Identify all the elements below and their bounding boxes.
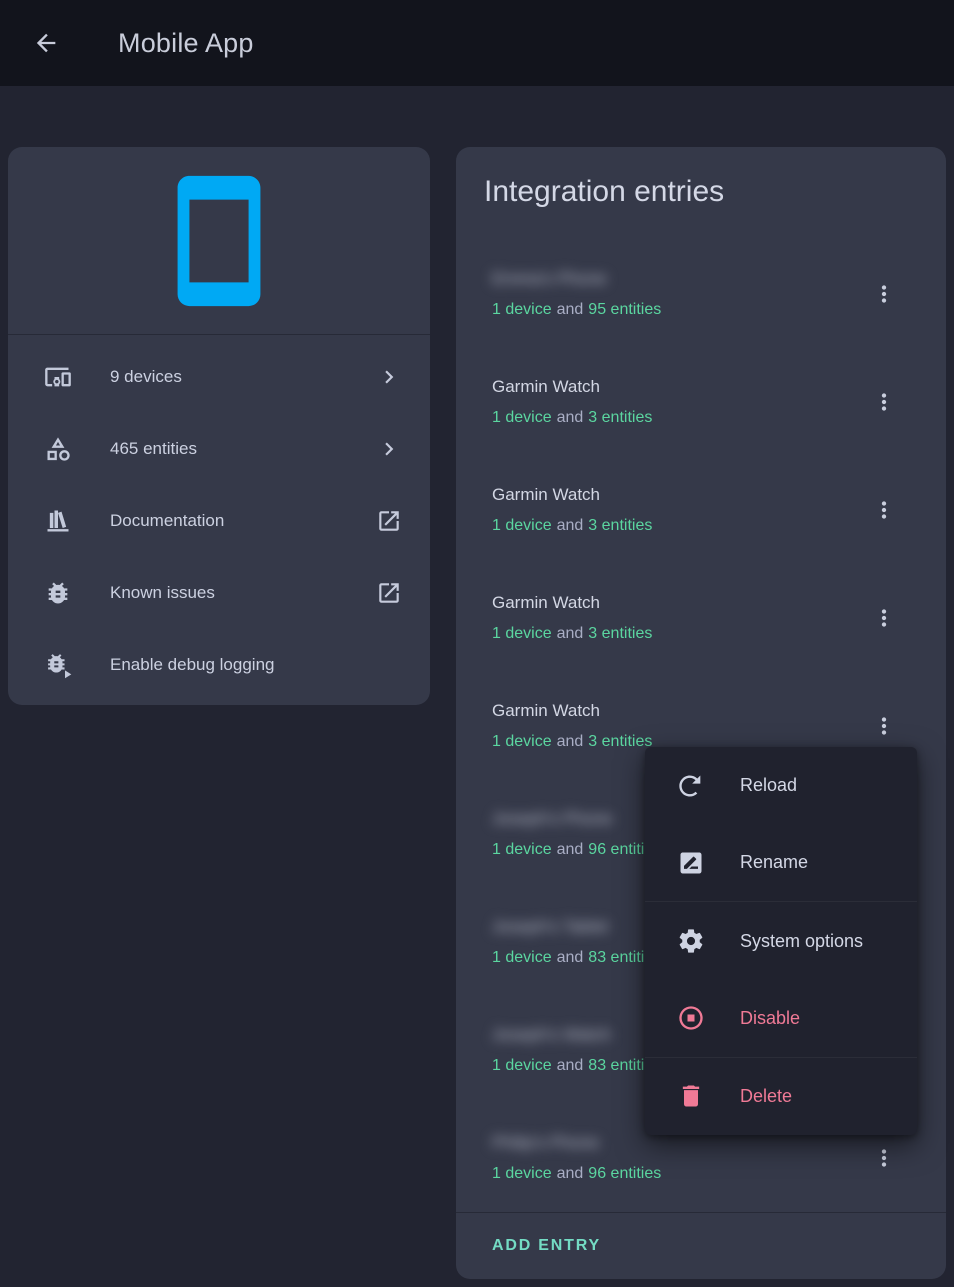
bug-icon	[44, 579, 72, 607]
shapes-icon	[44, 435, 72, 463]
entry-menu-button[interactable]	[860, 378, 908, 426]
integration-icon-area	[8, 147, 430, 335]
trash-icon	[677, 1082, 705, 1110]
entry-menu-button[interactable]	[860, 270, 908, 318]
device-count-link[interactable]: 1 device	[492, 406, 552, 430]
subtitle-connector: and	[557, 622, 584, 646]
back-button[interactable]	[22, 19, 70, 67]
app-header: Mobile App	[0, 0, 954, 86]
bookshelf-icon	[44, 507, 72, 535]
entry-row: Emma's Phone 1 device and 95 entities	[456, 240, 946, 348]
dots-vertical-icon	[871, 713, 897, 739]
entry-menu-button[interactable]	[860, 486, 908, 534]
device-count-link[interactable]: 1 device	[492, 514, 552, 538]
card-footer: ADD ENTRY	[456, 1212, 946, 1279]
device-info-card: 9 devices 465 entities Documentation Kno…	[8, 147, 430, 705]
dots-vertical-icon	[871, 1145, 897, 1171]
entity-count-link[interactable]: 96 entities	[588, 1162, 661, 1186]
context-menu-item-reload[interactable]: Reload	[645, 747, 917, 824]
entry-menu-button[interactable]	[860, 594, 908, 642]
entry-menu-button[interactable]	[860, 702, 908, 750]
device-count-link[interactable]: 1 device	[492, 946, 552, 970]
bug-play-icon	[44, 651, 72, 679]
entry-row: Garmin Watch 1 device and 3 entities	[456, 456, 946, 564]
dots-vertical-icon	[871, 497, 897, 523]
entity-count-link[interactable]: 3 entities	[588, 622, 652, 646]
info-item-documentation[interactable]: Documentation	[8, 485, 430, 557]
context-menu-item-disable[interactable]: Disable	[645, 980, 917, 1057]
device-count-link[interactable]: 1 device	[492, 622, 552, 646]
reload-icon	[677, 772, 705, 800]
page-title: Mobile App	[118, 28, 254, 59]
device-info-menu: 9 devices 465 entities Documentation Kno…	[8, 335, 430, 705]
subtitle-connector: and	[557, 406, 584, 430]
devices-icon	[44, 363, 72, 391]
subtitle-connector: and	[557, 298, 584, 322]
subtitle-connector: and	[557, 1054, 584, 1078]
entry-menu-button[interactable]	[860, 1134, 908, 1182]
subtitle-connector: and	[557, 946, 584, 970]
chevron-right-icon	[376, 436, 402, 462]
info-item-entities[interactable]: 465 entities	[8, 413, 430, 485]
open-in-new-icon	[376, 508, 402, 534]
stop-circle-icon	[677, 1004, 705, 1032]
device-count-link[interactable]: 1 device	[492, 298, 552, 322]
chevron-right-icon	[376, 364, 402, 390]
entity-count-link[interactable]: 3 entities	[588, 514, 652, 538]
cellphone-icon	[148, 170, 290, 312]
info-item-debug-logging[interactable]: Enable debug logging	[8, 629, 430, 701]
device-count-link[interactable]: 1 device	[492, 730, 552, 754]
subtitle-connector: and	[557, 1162, 584, 1186]
entry-name: Emma's Phone	[492, 267, 860, 291]
info-item-devices[interactable]: 9 devices	[8, 341, 430, 413]
subtitle-connector: and	[557, 730, 584, 754]
gear-icon	[677, 927, 705, 955]
entry-name: Garmin Watch	[492, 483, 860, 507]
device-count-link[interactable]: 1 device	[492, 1162, 552, 1186]
device-count-link[interactable]: 1 device	[492, 838, 552, 862]
dots-vertical-icon	[871, 281, 897, 307]
entry-row: Garmin Watch 1 device and 3 entities	[456, 564, 946, 672]
context-menu-item-system-options[interactable]: System options	[645, 901, 917, 979]
device-count-link[interactable]: 1 device	[492, 1054, 552, 1078]
rename-box-icon	[677, 849, 705, 877]
entry-name: Garmin Watch	[492, 375, 860, 399]
entity-count-link[interactable]: 3 entities	[588, 730, 652, 754]
info-item-known-issues[interactable]: Known issues	[8, 557, 430, 629]
entry-row: Garmin Watch 1 device and 3 entities	[456, 348, 946, 456]
subtitle-connector: and	[557, 514, 584, 538]
entity-count-link[interactable]: 95 entities	[588, 298, 661, 322]
entry-name: Garmin Watch	[492, 591, 860, 615]
arrow-left-icon	[32, 29, 60, 57]
entity-count-link[interactable]: 3 entities	[588, 406, 652, 430]
dots-vertical-icon	[871, 389, 897, 415]
card-title: Integration entries	[456, 147, 946, 211]
add-entry-button[interactable]: ADD ENTRY	[492, 1237, 601, 1255]
dots-vertical-icon	[871, 605, 897, 631]
entry-name: Garmin Watch	[492, 699, 860, 723]
entry-context-menu: Reload Rename System options Disable Del…	[645, 747, 917, 1135]
subtitle-connector: and	[557, 838, 584, 862]
context-menu-item-delete[interactable]: Delete	[645, 1057, 917, 1135]
context-menu-item-rename[interactable]: Rename	[645, 824, 917, 901]
open-in-new-icon	[376, 580, 402, 606]
